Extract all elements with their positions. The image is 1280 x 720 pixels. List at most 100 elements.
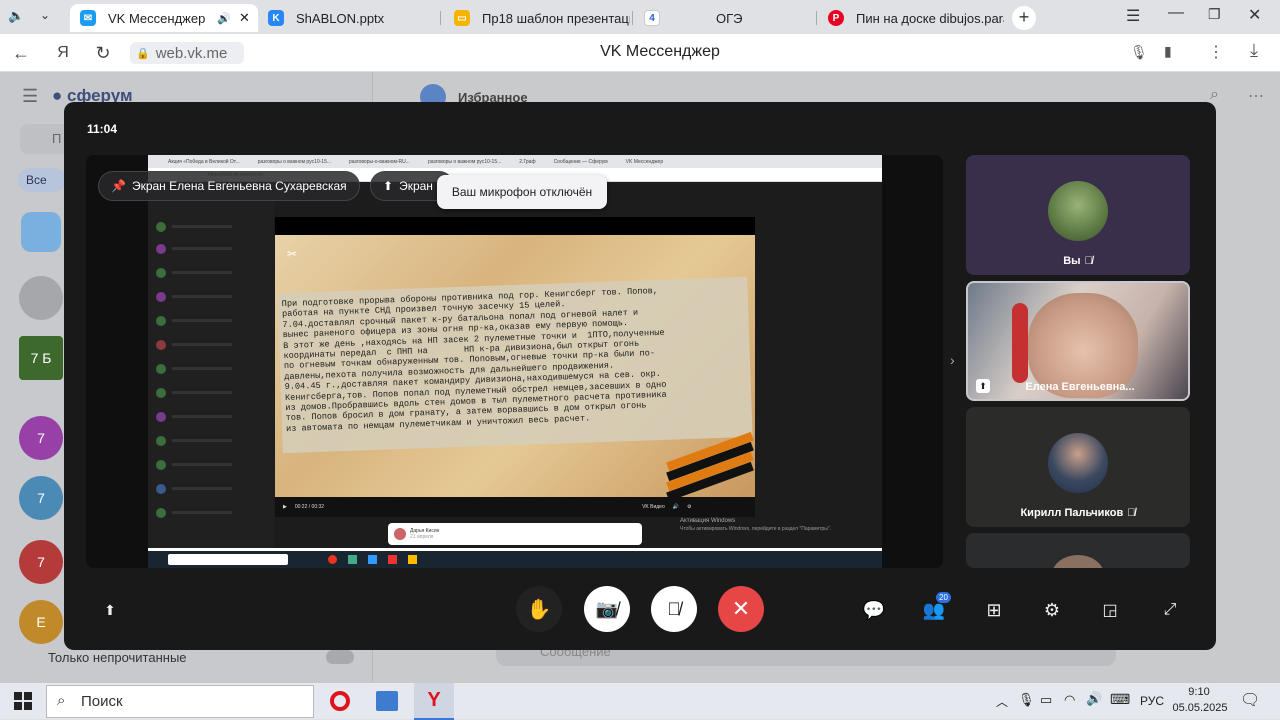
tab-list-chevron-icon[interactable]: ⌄	[40, 8, 58, 26]
pin-icon: 📌	[111, 179, 126, 193]
grid-icon: ⊞	[986, 599, 1002, 620]
bookmark-icon[interactable]: ▮	[1164, 43, 1172, 60]
notifications-icon[interactable]: 🗨	[1240, 690, 1260, 710]
tab-separator	[440, 11, 441, 25]
tab-presentation[interactable]: ▭ Пр18 шаблон презентаци	[444, 4, 630, 32]
search-icon: ⌕	[1210, 86, 1219, 103]
chat-button[interactable]: 💬	[860, 596, 888, 624]
tray-chevron-icon[interactable]: ︿	[996, 693, 1008, 710]
layout-grid-button[interactable]: ⊞	[980, 596, 1008, 624]
clock-date[interactable]: 05.05.2025	[1170, 702, 1230, 714]
unread-only-label: Только непрочитанные	[48, 650, 187, 665]
settings-button[interactable]: ⚙	[1038, 596, 1066, 624]
pinterest-favicon-icon: P	[828, 10, 844, 26]
mic-off-icon: 🎙̸	[667, 598, 681, 619]
yandex-home-button[interactable]: Я	[50, 40, 76, 66]
page-title: VK Мессенджер	[600, 43, 720, 60]
hamburger-icon: ☰	[22, 86, 39, 106]
participant-name: Вы 🎙̸	[1063, 255, 1093, 267]
vk-favicon-icon: ✉	[80, 10, 96, 26]
participant-tile[interactable]: Кирилл Пальчиков 🎙̸	[966, 407, 1190, 527]
video-controls: ▶ 00:22 / 00:32 VK Видео 🔊 ⚙	[275, 497, 755, 517]
gear-icon: ⚙	[1043, 599, 1061, 620]
filter-chip-all: Все	[18, 168, 66, 192]
camera-off-button[interactable]: 📷̸	[584, 586, 630, 632]
search-icon: ⌕	[57, 692, 66, 709]
mic-muted-icon: 🎙̸	[1084, 255, 1093, 267]
participant-name: Кирилл Пальчиков 🎙̸	[1020, 507, 1136, 519]
opera-icon[interactable]	[330, 691, 350, 711]
pip-button[interactable]: ◲	[1096, 596, 1124, 624]
avatar: 7	[19, 540, 63, 584]
minimize-button[interactable]: —	[1168, 4, 1184, 22]
shared-video-player: ✂ При подготовке прорыва обороны противн…	[275, 217, 755, 517]
keyboard-icon[interactable]: ⌨	[1110, 691, 1130, 708]
participant-tile-speaker[interactable]: ⬆ Елена Евгеньевна...	[966, 281, 1190, 401]
participants-count-badge: 20	[936, 592, 951, 603]
participant-name: Елена Евгеньевна...	[1025, 381, 1135, 393]
archive-document: При подготовке прорыва обороны противник…	[277, 276, 753, 454]
url-field[interactable]: 🔒 web.vk.me	[130, 42, 244, 64]
avatar: 7 Б	[19, 336, 63, 380]
avatar	[21, 212, 61, 252]
mic-off-button[interactable]: 🎙̸	[651, 586, 697, 632]
tab-audio-icon[interactable]: 🔈	[8, 8, 28, 26]
file-explorer-icon[interactable]	[376, 691, 398, 711]
shared-chat-input: Дарья Кисин 21 апреля	[388, 523, 642, 545]
more-icon: ⋯	[1248, 88, 1264, 105]
raise-hand-button[interactable]: ✋	[516, 586, 562, 632]
volume-icon: 🔊	[672, 504, 679, 510]
new-tab-button[interactable]: +	[1012, 6, 1036, 30]
close-icon: ✕	[731, 596, 751, 621]
participant-tile[interactable]	[966, 533, 1190, 568]
shared-screen: Акция «Победа в Великой От... разговоры о…	[148, 155, 882, 568]
unread-only-toggle	[326, 650, 354, 664]
downloads-icon[interactable]: ⤓	[1250, 40, 1258, 61]
volume-icon[interactable]: 🔊	[1086, 691, 1102, 707]
windows-start-button[interactable]	[14, 692, 32, 710]
tab-oge[interactable]: 4 ОГЭ	[634, 4, 814, 32]
menu-icon[interactable]: ☰	[1126, 6, 1140, 26]
windows-activation-text: Чтобы активировать Windows, перейдите в …	[680, 526, 832, 532]
chevron-right-icon[interactable]: ›	[950, 352, 955, 368]
avatar	[1048, 181, 1108, 241]
restore-button[interactable]: ❐	[1208, 6, 1221, 23]
tab-separator	[632, 11, 633, 25]
wifi-icon[interactable]: ◠	[1064, 692, 1075, 708]
mic-tray-icon[interactable]: 🎙	[1018, 692, 1035, 708]
participants-button[interactable]: 👥 20	[920, 592, 951, 624]
avatar: 7	[19, 476, 63, 520]
back-button[interactable]: ←	[8, 40, 34, 66]
close-window-button[interactable]: ✕	[1248, 5, 1261, 25]
pin-screen-button[interactable]: 📌 Экран Елена Евгеньевна Сухаревская	[98, 171, 360, 201]
reload-button[interactable]: ↻	[90, 40, 116, 66]
main-stage: Акция «Победа в Великой От... разговоры о…	[86, 155, 943, 568]
voice-search-icon[interactable]: 🎙	[1130, 44, 1148, 61]
windows-taskbar: ⌕ Поиск Y ︿ 🎙 ▭ ◠ 🔊 ⌨ РУС 9:10 05.05.202…	[0, 682, 1280, 720]
fullscreen-button[interactable]: ⤢	[1156, 596, 1184, 624]
tab-shablon[interactable]: K ShABLON.pptx	[258, 4, 438, 32]
taskbar-search[interactable]: ⌕ Поиск	[46, 685, 314, 718]
screen-share-icon: ⬆	[383, 179, 394, 193]
tab-close-icon[interactable]: ✕	[239, 10, 250, 26]
language-indicator[interactable]: РУС	[1140, 694, 1164, 708]
more-menu-icon[interactable]: ⋮	[1208, 42, 1224, 62]
picture-in-picture-icon: ◲	[1102, 602, 1118, 619]
avatar	[1048, 433, 1108, 493]
clock-time[interactable]: 9:10	[1174, 686, 1224, 698]
play-icon: ▶	[283, 504, 287, 510]
tab-title: Пр18 шаблон презентаци	[482, 10, 630, 26]
participant-tile-self[interactable]: Вы 🎙̸	[966, 155, 1190, 275]
battery-icon[interactable]: ▭	[1040, 692, 1052, 708]
tab-vk-messenger[interactable]: ✉ VK Мессенджер 🔊 ✕	[70, 4, 258, 32]
avatar: Е	[19, 600, 63, 644]
mic-off-notice: Ваш микрофон отключён	[437, 175, 607, 209]
tab-pinterest[interactable]: P Пин на доске dibujos.para	[818, 4, 1004, 32]
shared-chat-list	[148, 182, 274, 548]
share-screen-button[interactable]: ⬆	[96, 596, 124, 624]
slides-favicon-icon: ▭	[454, 10, 470, 26]
tab-title: Пин на доске dibujos.para	[856, 10, 1004, 26]
yandex-browser-icon[interactable]: Y	[414, 683, 454, 720]
end-call-button[interactable]: ✕	[718, 586, 764, 632]
tab-title: ShABLON.pptx	[296, 10, 385, 26]
